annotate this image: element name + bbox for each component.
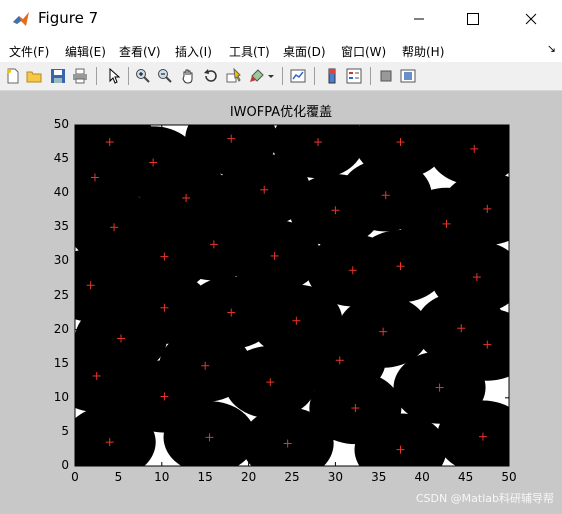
y-tick-label: 50 [53, 117, 69, 131]
x-tick-label: 50 [501, 470, 517, 484]
x-tick-label: 30 [327, 470, 344, 484]
x-tick-label: 25 [284, 470, 300, 484]
y-tick-label: 0 [61, 458, 69, 472]
y-tick-label: 5 [61, 423, 69, 438]
x-tick-label: 45 [457, 470, 474, 484]
y-tick-label: 45 [53, 151, 69, 166]
y-tick-label: 15 [53, 355, 69, 370]
x-tick-label: 15 [197, 470, 213, 484]
x-tick-label: 40 [414, 470, 430, 484]
y-tick-label: 35 [53, 219, 69, 234]
y-tick-label: 25 [53, 287, 69, 302]
watermark-text: CSDN @Matlab科研辅导帮 [415, 492, 554, 505]
x-tick-label: 20 [240, 470, 257, 484]
y-tick-label: 20 [53, 321, 69, 336]
y-tick-label: 10 [53, 389, 69, 404]
x-tick-label: 10 [154, 470, 170, 484]
y-tick-label: 30 [53, 253, 69, 268]
coverage-plot [74, 124, 510, 467]
x-tick-label: 5 [114, 470, 123, 484]
y-tick-label: 40 [53, 185, 69, 200]
x-tick-label: 0 [71, 470, 79, 484]
x-tick-label: 35 [371, 470, 387, 484]
